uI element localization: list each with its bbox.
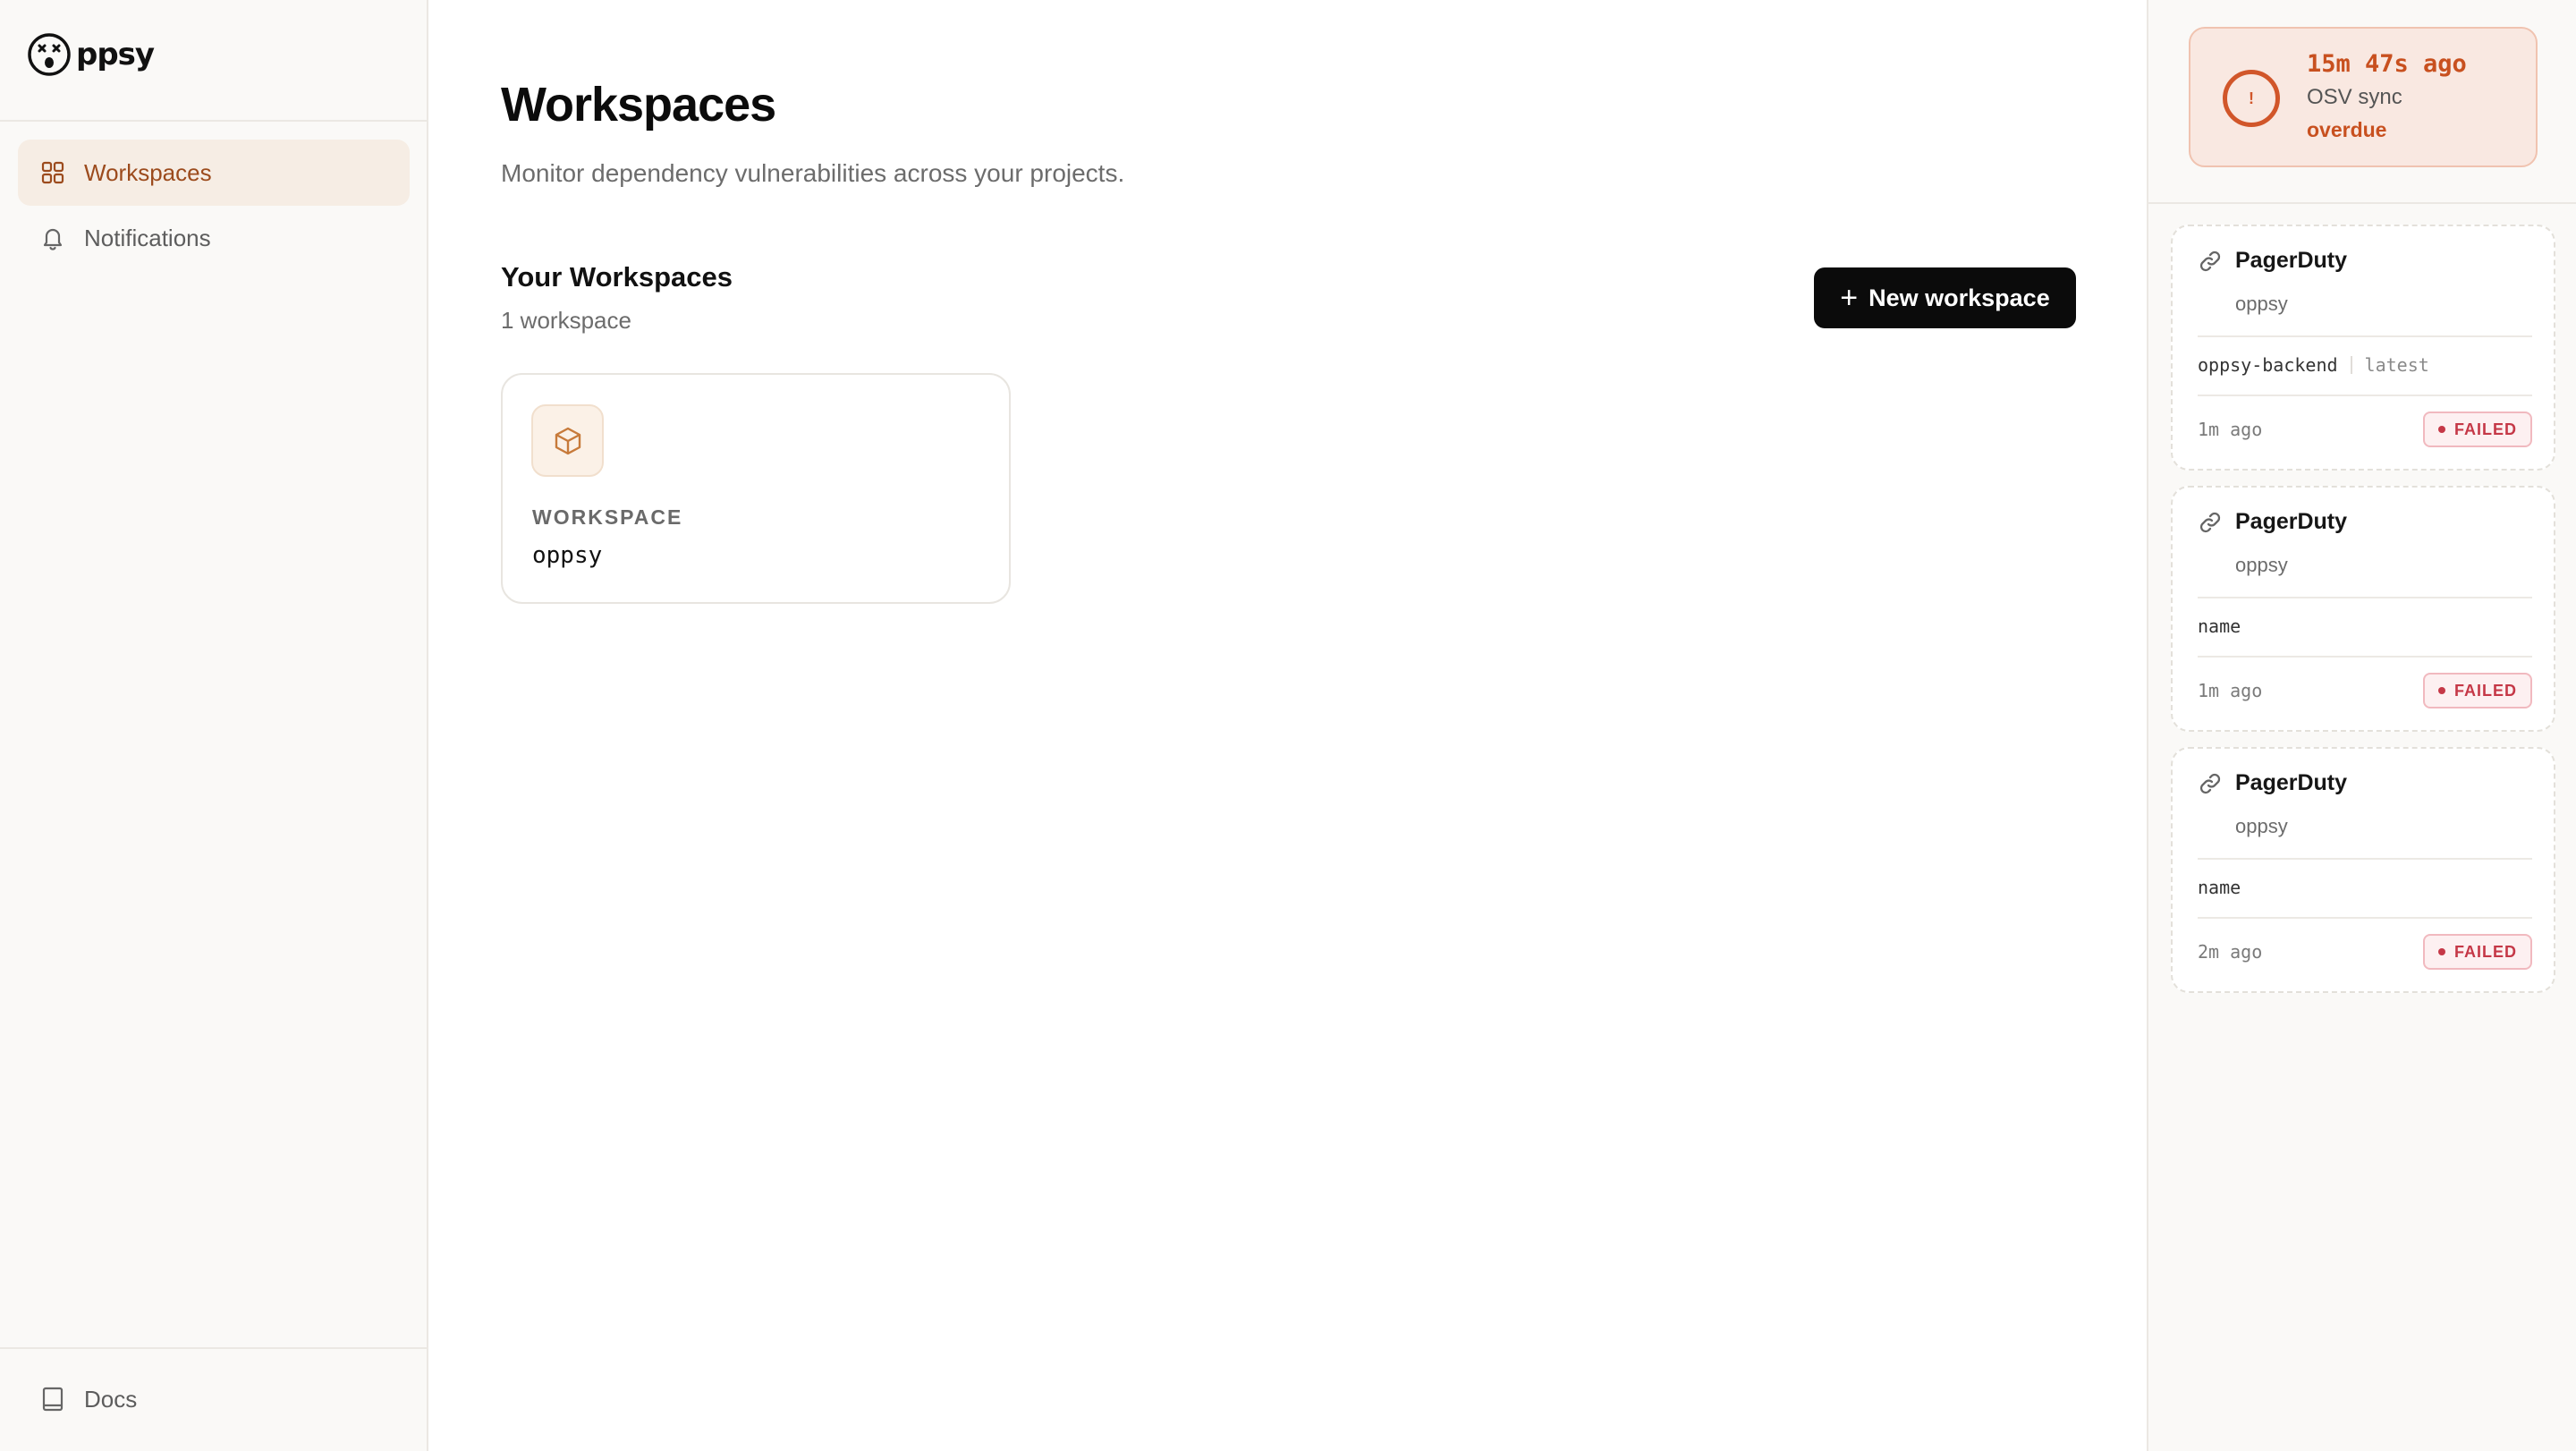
divider <box>2198 917 2532 919</box>
link-icon <box>2199 773 2221 793</box>
new-workspace-button[interactable]: + New workspace <box>1814 267 2076 328</box>
status-badge: FAILED <box>2423 934 2532 970</box>
status-dot-icon <box>2437 426 2445 433</box>
alert-card[interactable]: PagerDuty oppsy name 2m ago FAILED <box>2171 747 2555 993</box>
status-dot-icon <box>2437 948 2445 955</box>
alert-integration: PagerDuty <box>2235 509 2348 534</box>
book-icon <box>39 1386 66 1413</box>
workspace-count: 1 workspace <box>501 307 631 334</box>
new-workspace-label: New workspace <box>1868 284 2050 311</box>
workspace-label: WORKSPACE <box>532 505 683 529</box>
alert-integration: PagerDuty <box>2235 770 2348 795</box>
divider <box>2198 858 2532 860</box>
sidebar: ppsy Workspaces Notifications Docs <box>0 0 428 1451</box>
box-icon <box>531 404 604 477</box>
section-title: Your Workspaces <box>501 261 733 293</box>
alert-workspace: oppsy <box>2235 554 2288 576</box>
sidebar-item-label: Notifications <box>84 224 211 251</box>
bell-icon <box>39 225 66 251</box>
page-title: Workspaces <box>501 78 776 132</box>
page-subtitle: Monitor dependency vulnerabilities acros… <box>501 159 1125 187</box>
alert-target: name <box>2198 615 2241 637</box>
alert-integration: PagerDuty <box>2235 248 2348 273</box>
logo-face-icon <box>28 33 71 76</box>
sidebar-item-workspaces[interactable]: Workspaces <box>18 140 410 206</box>
alert-target: oppsy-backend <box>2198 354 2338 376</box>
sync-time: 15m 47s ago <box>2307 50 2467 78</box>
status-label: FAILED <box>2453 420 2517 438</box>
sidebar-item-label: Docs <box>84 1385 138 1413</box>
activity-panel: ! 15m 47s ago OSV sync overdue PagerDuty… <box>2147 0 2576 1451</box>
link-icon <box>2199 250 2221 271</box>
link-icon <box>2199 512 2221 532</box>
status-badge: FAILED <box>2423 673 2532 709</box>
app-logo[interactable]: ppsy <box>27 32 155 77</box>
sidebar-item-notifications[interactable]: Notifications <box>18 205 410 271</box>
plus-icon: + <box>1840 281 1859 315</box>
warning-icon: ! <box>2223 70 2280 127</box>
alert-workspace: oppsy <box>2235 293 2288 315</box>
panel-divider <box>2148 202 2576 204</box>
grid-icon <box>39 159 66 186</box>
sidebar-item-docs[interactable]: Docs <box>18 1366 410 1432</box>
separator <box>2350 356 2352 374</box>
sidebar-divider <box>0 1347 427 1349</box>
divider <box>2198 597 2532 598</box>
workspace-name: oppsy <box>532 542 603 569</box>
sidebar-item-label: Workspaces <box>84 158 212 186</box>
sync-name: OSV sync <box>2307 85 2402 109</box>
divider <box>2198 335 2532 337</box>
alert-time: 1m ago <box>2198 419 2263 440</box>
sync-status: overdue <box>2307 118 2387 141</box>
main-content: Workspaces Monitor dependency vulnerabil… <box>428 0 2147 1451</box>
alert-time: 2m ago <box>2198 941 2263 963</box>
status-badge: FAILED <box>2423 412 2532 447</box>
workspace-card[interactable]: WORKSPACE oppsy <box>501 373 1011 604</box>
alert-workspace: oppsy <box>2235 815 2288 837</box>
sidebar-divider <box>0 120 427 122</box>
status-dot-icon <box>2437 687 2445 694</box>
alert-tag: latest <box>2364 354 2429 376</box>
alert-card[interactable]: PagerDuty oppsy name 1m ago FAILED <box>2171 486 2555 732</box>
alert-card[interactable]: PagerDuty oppsy oppsy-backend latest 1m … <box>2171 225 2555 471</box>
divider <box>2198 656 2532 658</box>
sync-status-card: ! 15m 47s ago OSV sync overdue <box>2189 27 2538 167</box>
status-label: FAILED <box>2453 681 2517 700</box>
alert-time: 1m ago <box>2198 680 2263 701</box>
app-name: ppsy <box>76 37 155 72</box>
alert-target: name <box>2198 877 2241 898</box>
divider <box>2198 395 2532 396</box>
status-label: FAILED <box>2453 942 2517 961</box>
